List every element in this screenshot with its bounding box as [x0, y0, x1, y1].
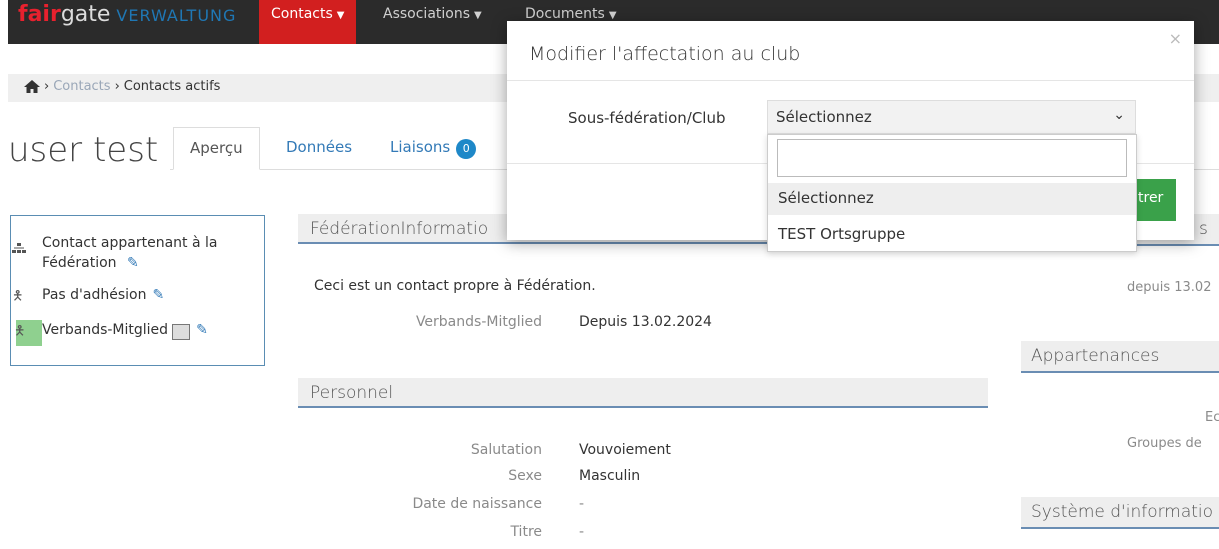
contact-note: Ceci est un contact propre à Fédération.	[314, 278, 596, 294]
club-dropdown: Sélectionnez TEST Ortsgruppe	[767, 134, 1137, 252]
nav-associations[interactable]: Associations ▼	[371, 0, 494, 44]
tab-links[interactable]: Liaisons 0	[374, 127, 492, 170]
modal-title: Modifier l'affectation au club	[529, 43, 801, 65]
sitemap-icon	[12, 242, 32, 273]
chevron-down-icon: ▼	[608, 10, 617, 21]
chevron-right-icon: ›	[114, 79, 120, 94]
dropdown-search-input[interactable]	[777, 139, 1127, 177]
field-label: Verbands-Mitglied	[415, 314, 542, 330]
page-title: user test	[8, 130, 159, 170]
field-label: Salutation	[470, 442, 542, 458]
field-label: Titre	[510, 524, 542, 540]
field-value: -	[579, 524, 585, 540]
left-panel-item-membership: 🯅 Pas d'adhésion ✎	[12, 287, 164, 309]
section-system-info: Système d'informatio	[1021, 497, 1219, 529]
links-count-badge: 0	[456, 139, 477, 159]
field-label: Date de naissance	[412, 496, 542, 512]
close-icon[interactable]: ×	[1169, 29, 1182, 48]
tab-data[interactable]: Données	[270, 127, 368, 170]
field-value: -	[579, 496, 585, 512]
home-icon[interactable]	[24, 80, 40, 93]
field-value: Masculin	[579, 468, 641, 484]
chevron-down-icon: ▼	[474, 10, 482, 21]
groups-text: Groupes de	[1127, 436, 1202, 451]
field-value: Depuis 13.02.2024	[579, 314, 712, 330]
edit-icon[interactable]: ✎	[196, 322, 208, 344]
modal-divider	[507, 80, 1194, 81]
chevron-down-icon: ▼	[336, 10, 345, 21]
section-personal: Personnel	[298, 378, 988, 408]
edit-icon[interactable]: ✎	[127, 255, 139, 271]
chevron-down-icon: ⌄	[1113, 107, 1125, 123]
app-logo[interactable]: fairgate VERWALTUNG	[18, 4, 236, 27]
person-icon: 🯅	[14, 324, 26, 339]
chevron-right-icon: ›	[44, 79, 50, 94]
field-label: Sexe	[508, 468, 542, 484]
left-panel-item-verband: 🯅 Verbands-Mitglied ✎	[12, 322, 208, 344]
club-select[interactable]: Sélectionnez ⌄	[767, 100, 1136, 134]
dropdown-option[interactable]: Sélectionnez	[768, 183, 1136, 215]
field-value: Vouvoiement	[579, 442, 671, 458]
save-button[interactable]: trer	[1136, 179, 1176, 221]
section-belongings: Appartenances	[1021, 341, 1219, 373]
club-field-label: Sous-fédération/Club	[568, 109, 726, 127]
left-panel-item-federation: Contact appartenant à la Fédération ✎	[12, 233, 242, 273]
breadcrumb-current: Contacts actifs	[123, 79, 221, 94]
ec-text: Ec	[1205, 410, 1219, 425]
breadcrumb: › Contacts › Contacts actifs	[24, 79, 220, 94]
breadcrumb-contacts-link[interactable]: Contacts	[53, 79, 110, 94]
person-icon: 🯅	[12, 289, 24, 304]
dropdown-option[interactable]: TEST Ortsgruppe	[768, 219, 1136, 251]
club-image-icon	[172, 324, 191, 340]
edit-icon[interactable]: ✎	[152, 287, 164, 309]
nav-contacts[interactable]: Contacts ▼	[259, 0, 357, 44]
since-text: depuis 13.02	[1127, 280, 1212, 295]
tab-overview[interactable]: Aperçu	[173, 127, 260, 170]
